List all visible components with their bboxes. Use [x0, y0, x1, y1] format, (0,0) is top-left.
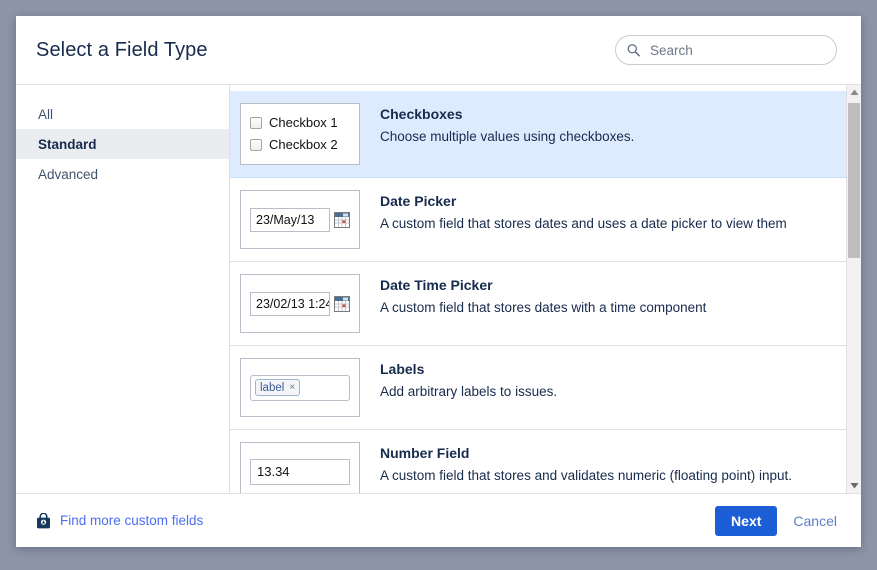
field-type-row-date-time-picker[interactable]: 23/02/13 1:24 Date Time Picker A custom … — [230, 262, 846, 346]
field-type-list: Checkbox 1 Checkbox 2 Checkboxes Choose … — [230, 85, 861, 493]
next-button[interactable]: Next — [715, 505, 778, 536]
field-type-name: Date Picker — [380, 193, 457, 209]
field-type-list-scroll: Checkbox 1 Checkbox 2 Checkboxes Choose … — [230, 85, 846, 493]
dialog-footer: Find more custom fields Next Cancel — [16, 494, 861, 547]
field-preview-date-picker: 23/May/13 — [240, 190, 360, 249]
field-type-name: Number Field — [380, 445, 470, 461]
sidebar-item-label: All — [38, 106, 54, 122]
page-title: Select a Field Type — [36, 38, 208, 61]
preview-label-field: label × — [250, 374, 350, 401]
field-type-description: A custom field that stores dates with a … — [380, 300, 707, 315]
preview-checkbox-option: Checkbox 2 — [250, 134, 350, 156]
field-type-name: Checkboxes — [380, 106, 463, 122]
field-preview-checkboxes: Checkbox 1 Checkbox 2 — [240, 103, 360, 165]
label-chip-text: label — [260, 381, 285, 394]
field-meta: Date Picker A custom field that stores d… — [380, 190, 787, 233]
scrollbar-track[interactable] — [847, 100, 861, 478]
preview-date-value: 23/02/13 1:24 — [250, 291, 330, 316]
field-type-name: Date Time Picker — [380, 277, 493, 293]
sidebar-item-standard[interactable]: Standard — [16, 129, 229, 159]
field-type-description: Choose multiple values using checkboxes. — [380, 129, 635, 144]
select-field-type-dialog: Select a Field Type All Standard Advance… — [16, 16, 861, 547]
checkbox-icon — [250, 117, 262, 129]
search-box — [615, 35, 837, 65]
preview-number-value: 13.34 — [250, 458, 350, 485]
find-more-custom-fields-label: Find more custom fields — [60, 513, 204, 528]
field-type-name: Labels — [380, 361, 425, 377]
field-type-row-date-picker[interactable]: 23/May/13 Date Picker A custom field tha… — [230, 178, 846, 262]
preview-checkbox-label: Checkbox 1 — [269, 115, 338, 130]
preview-checkbox-label: Checkbox 2 — [269, 137, 338, 152]
preview-checkbox-option: Checkbox 1 — [250, 112, 350, 134]
field-preview-number-field: 13.34 — [240, 442, 360, 493]
search-input[interactable] — [615, 35, 837, 65]
calendar-icon — [334, 211, 350, 228]
preview-date-row: 23/May/13 — [250, 207, 350, 232]
field-meta: Number Field A custom field that stores … — [380, 442, 792, 485]
scroll-down-button[interactable] — [847, 478, 861, 493]
field-preview-labels: label × — [240, 358, 360, 417]
chevron-down-icon — [850, 483, 858, 489]
category-sidebar: All Standard Advanced — [16, 85, 230, 493]
field-type-row-labels[interactable]: label × Labels Add arbitrary labels to i… — [230, 346, 846, 430]
chevron-up-icon — [850, 89, 858, 95]
field-meta: Checkboxes Choose multiple values using … — [380, 103, 634, 146]
sidebar-item-label: Advanced — [38, 166, 99, 182]
close-icon[interactable]: × — [289, 382, 295, 393]
sidebar-item-all[interactable]: All — [16, 99, 229, 129]
calendar-icon — [334, 295, 350, 312]
list-scrollbar[interactable] — [846, 85, 861, 493]
label-chip: label × — [255, 379, 301, 396]
marketplace-bag-icon — [37, 512, 50, 528]
checkbox-icon — [250, 139, 262, 151]
field-type-row-number-field[interactable]: 13.34 Number Field A custom field that s… — [230, 430, 846, 493]
field-preview-date-time-picker: 23/02/13 1:24 — [240, 274, 360, 333]
field-type-description: A custom field that stores and validates… — [380, 468, 792, 483]
cancel-button[interactable]: Cancel — [791, 509, 839, 533]
sidebar-item-advanced[interactable]: Advanced — [16, 159, 229, 189]
dialog-body: All Standard Advanced Checkbox 1 Checkbo… — [16, 85, 861, 494]
field-meta: Labels Add arbitrary labels to issues. — [380, 358, 557, 401]
field-type-row-checkboxes[interactable]: Checkbox 1 Checkbox 2 Checkboxes Choose … — [230, 91, 846, 178]
field-type-description: A custom field that stores dates and use… — [380, 216, 787, 231]
find-more-custom-fields-link[interactable]: Find more custom fields — [36, 512, 204, 529]
scroll-up-button[interactable] — [847, 85, 861, 100]
scrollbar-thumb[interactable] — [848, 103, 860, 258]
preview-date-value: 23/May/13 — [250, 207, 330, 232]
sidebar-item-label: Standard — [38, 136, 97, 152]
dialog-header: Select a Field Type — [16, 16, 861, 85]
preview-date-row: 23/02/13 1:24 — [250, 291, 350, 316]
field-meta: Date Time Picker A custom field that sto… — [380, 274, 706, 317]
footer-actions: Next Cancel — [715, 505, 839, 536]
field-type-description: Add arbitrary labels to issues. — [380, 384, 558, 399]
